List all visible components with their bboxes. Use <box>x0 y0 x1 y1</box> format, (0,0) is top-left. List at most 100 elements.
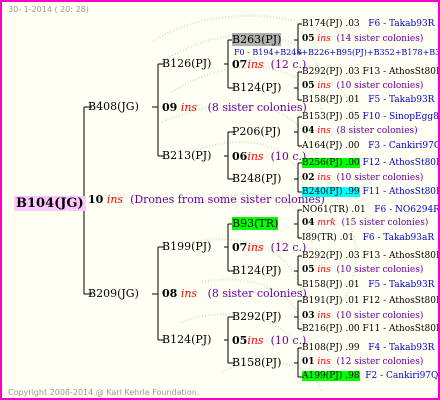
gen3-ins-label: ins <box>317 311 331 321</box>
root-note: (Drones from some sister colonies) <box>130 193 325 206</box>
ancestor-leaf[interactable]: F0 - B194+B248+B226+B95(PJ)+B352+B178+B3… <box>234 48 438 57</box>
ancestor-leaf[interactable]: B292(PJ) .03 F13 - AthosSt80R <box>302 251 438 261</box>
ancestor-origin: F11 - AthosSt80R <box>362 187 440 197</box>
ancestor-id: B108(PJ) .99 <box>302 343 360 353</box>
gen3-ins-number: 01 <box>302 357 315 367</box>
gen2-ins-label: ins <box>247 58 264 71</box>
ancestor-leaf[interactable]: B216(PJ) .00 F11 - AthosSt80R <box>302 324 438 334</box>
dam-note: (8 sister colonies) <box>207 287 307 300</box>
ancestor-id: A199(PJ) .98 <box>302 371 360 381</box>
gen3-mating-info: 04 mrk (15 sister colonies) <box>302 218 428 228</box>
gen3-node[interactable]: B292(PJ) <box>232 310 281 323</box>
ancestor-leaf[interactable]: B292(PJ) .03 F13 - AthosSt80R <box>302 67 438 77</box>
ancestor-leaf[interactable]: B256(PJ) .00 F12 - AthosSt80R <box>302 158 440 168</box>
gen3-ins-label: ins <box>317 81 331 91</box>
ancestor-leaf[interactable]: B158(PJ) .01 F5 - Takab93R <box>302 280 434 290</box>
gen2-colony-count: (12 c.) <box>270 58 307 71</box>
gen3-mating-info: 05 ins (10 sister colonies) <box>302 81 423 91</box>
gen2-mating-info: 05ins (10 c.) <box>232 334 306 347</box>
ancestor-leaf[interactable]: A164(PJ) .00 F3 - Cankiri97Q <box>302 141 440 151</box>
gen3-node[interactable]: B124(PJ) <box>232 264 281 277</box>
gen3-ins-label: ins <box>317 173 331 183</box>
ancestor-leaf[interactable]: I89(TR) .01 F6 - Takab93aR <box>302 233 434 243</box>
gen3-node[interactable]: B248(PJ) <box>232 172 281 185</box>
dam-ins-number: 08 <box>162 287 178 300</box>
ancestor-id: B153(PJ) .05 <box>302 112 360 122</box>
ancestor-origin: F6 - Takab93R <box>368 19 435 29</box>
dam-mating-info: 08 ins (8 sister colonies) <box>162 287 307 300</box>
gen2-ins-label: ins <box>247 334 264 347</box>
ancestor-leaf[interactable]: B158(PJ) .01 F5 - Takab93R <box>302 95 434 105</box>
gen3-ins-number: 05 <box>302 265 315 275</box>
gen3-mating-info: 04 ins (8 sister colonies) <box>302 126 418 136</box>
copyright-footer: Copyright 2008-2014 @ Karl Kehrle Founda… <box>8 388 200 397</box>
gen3-ins-label: ins <box>317 34 331 44</box>
ancestor-leaf[interactable]: B108(PJ) .99 F4 - Takab93R <box>302 343 434 353</box>
gen2-node[interactable]: B213(PJ) <box>162 149 211 162</box>
ancestor-leaf[interactable]: B174(PJ) .03 F6 - Takab93R <box>302 19 434 29</box>
gen3-note: (10 sister colonies) <box>336 81 424 91</box>
ancestor-leaf[interactable]: B153(PJ) .05 F10 - SinopEgg86R <box>302 112 438 122</box>
gen2-ins-number: 06 <box>232 150 248 163</box>
gen3-ins-label: ins <box>317 126 331 136</box>
gen3-ins-number: 04 <box>302 126 315 136</box>
ancestor-origin: F5 - Takab93R <box>368 95 435 105</box>
gen2-node[interactable]: B124(PJ) <box>162 333 211 346</box>
gen3-ins-number: 03 <box>302 311 315 321</box>
gen2-node[interactable]: B126(PJ) <box>162 57 211 70</box>
ancestor-origin: F3 - Cankiri97Q <box>368 141 440 151</box>
gen3-mating-info: 05 ins (14 sister colonies) <box>302 34 423 44</box>
ancestor-id: B240(PJ) .99 <box>302 187 360 197</box>
dam-ins-label: ins <box>180 287 198 300</box>
sire-note: (8 sister colonies) <box>207 101 307 114</box>
gen3-note: (10 sister colonies) <box>336 173 424 183</box>
gen3-ins-label: ins <box>317 265 331 275</box>
gen3-node[interactable]: B93(TR) <box>232 217 279 230</box>
gen2-ins-label: ins <box>247 241 264 254</box>
gen3-node[interactable]: B158(PJ) <box>232 356 281 369</box>
gen3-ins-number: 05 <box>302 34 315 44</box>
ancestor-id: I89(TR) .01 <box>302 233 354 243</box>
sire-ins-number: 09 <box>162 101 178 114</box>
ancestor-id: NO61(TR) .01 <box>302 205 366 215</box>
root-queen-name[interactable]: B104(JG) <box>14 196 86 211</box>
gen2-mating-info: 07ins (12 c.) <box>232 58 306 71</box>
gen2-node[interactable]: B199(PJ) <box>162 240 211 253</box>
gen2-ins-number: 07 <box>232 241 248 254</box>
ancestor-origin: F4 - Takab93R <box>368 343 435 353</box>
gen3-node[interactable]: P206(PJ) <box>232 125 281 138</box>
sire-node[interactable]: B408(JG) <box>88 100 139 113</box>
gen2-mating-info: 07ins (12 c.) <box>232 241 306 254</box>
ancestor-id: A164(PJ) .00 <box>302 141 360 151</box>
gen2-ins-number: 07 <box>232 58 248 71</box>
ancestor-leaf[interactable]: B240(PJ) .99 F11 - AthosSt80R <box>302 187 440 197</box>
root-ins-label: ins <box>106 193 124 206</box>
pedigree-frame: 30- 1-2014 ( 20: 28) B104(JG) 10 ins (Dr… <box>0 0 440 400</box>
ancestor-origin: F6 - NO6294R <box>374 205 440 215</box>
timestamp: 30- 1-2014 ( 20: 28) <box>8 5 89 14</box>
ancestor-id: B158(PJ) .01 <box>302 95 360 105</box>
gen3-node[interactable]: B263(PJ) <box>232 33 282 46</box>
gen3-note: (8 sister colonies) <box>336 126 418 136</box>
ancestor-origin: F5 - Takab93R <box>368 280 435 290</box>
ancestor-leaf[interactable]: B191(PJ) .01 F12 - AthosSt80R <box>302 296 438 306</box>
gen2-ins-label: ins <box>247 150 264 163</box>
gen3-node[interactable]: B124(PJ) <box>232 81 281 94</box>
ancestor-origin: F6 - Takab93aR <box>362 233 435 243</box>
ancestor-leaf[interactable]: A199(PJ) .98 F2 - Cankiri97Q <box>302 371 438 381</box>
gen3-note: (12 sister colonies) <box>336 357 424 367</box>
gen3-mating-info: 02 ins (10 sister colonies) <box>302 173 423 183</box>
dam-node[interactable]: B209(JG) <box>88 287 139 300</box>
ancestor-leaf[interactable]: NO61(TR) .01 F6 - NO6294R <box>302 205 440 215</box>
gen3-ins-number: 05 <box>302 81 315 91</box>
ancestor-id: B256(PJ) .00 <box>302 158 360 168</box>
ancestor-id: B158(PJ) .01 <box>302 280 360 290</box>
gen3-mating-info: 01 ins (12 sister colonies) <box>302 357 423 367</box>
root-queen[interactable]: B104(JG) <box>14 192 86 211</box>
gen3-note: (14 sister colonies) <box>336 34 424 44</box>
ancestor-id: B174(PJ) .03 <box>302 19 360 29</box>
gen3-ins-label: ins <box>317 357 331 367</box>
gen3-mating-info: 05 ins (10 sister colonies) <box>302 265 423 275</box>
gen3-ins-number: 04 <box>302 218 315 228</box>
ancestor-origin: F12 - AthosSt80R <box>362 158 440 168</box>
